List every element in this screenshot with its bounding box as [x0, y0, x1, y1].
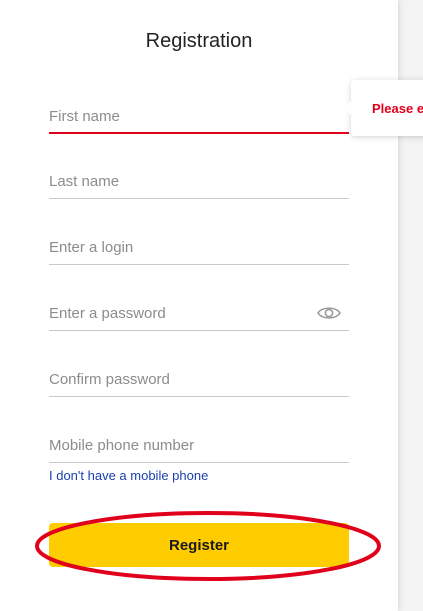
first-name-field	[49, 94, 349, 134]
error-tooltip-text: Please e	[372, 101, 423, 116]
tooltip-arrow	[344, 101, 351, 115]
password-input[interactable]	[49, 301, 299, 325]
last-name-field	[49, 159, 349, 199]
error-tooltip: Please e	[344, 80, 423, 136]
last-name-input[interactable]	[49, 169, 299, 193]
registration-card: Registration I don't have a mobil	[0, 0, 398, 611]
login-input[interactable]	[49, 235, 299, 259]
confirm-password-field	[49, 357, 349, 397]
page-title: Registration	[145, 30, 253, 52]
first-name-input[interactable]	[49, 104, 299, 128]
phone-field	[49, 423, 349, 463]
registration-page: Registration I don't have a mobil	[0, 0, 423, 611]
register-button[interactable]: Register	[49, 523, 349, 567]
confirm-password-input[interactable]	[49, 367, 299, 391]
login-field	[49, 225, 349, 265]
password-field	[49, 291, 349, 331]
eye-icon[interactable]	[317, 305, 341, 321]
no-phone-link[interactable]: I don't have a mobile phone	[49, 468, 208, 483]
phone-input[interactable]	[49, 433, 299, 457]
